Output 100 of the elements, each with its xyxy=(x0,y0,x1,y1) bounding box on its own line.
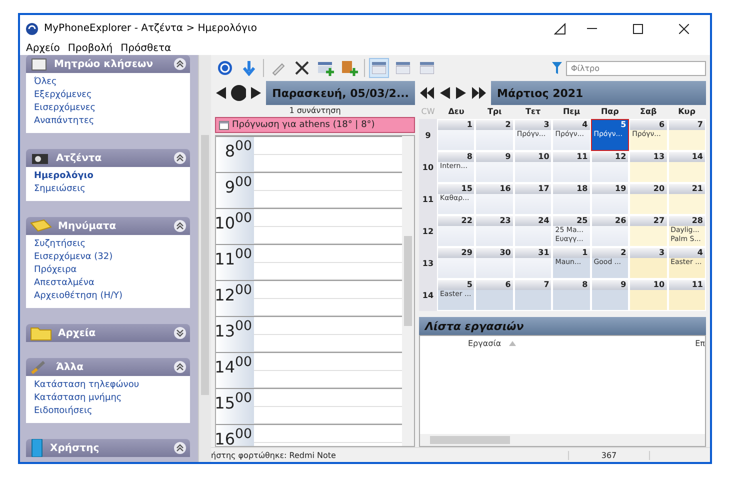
close-icon xyxy=(679,24,689,34)
day-cell[interactable]: 3 xyxy=(629,247,668,279)
day-cell[interactable]: 11 xyxy=(668,279,706,311)
sidebar-link[interactable]: Απεσταλμένα xyxy=(34,277,182,290)
day-cell[interactable]: 9 xyxy=(590,279,630,311)
sidebar-link[interactable]: Ειδοποιήσεις xyxy=(34,405,182,418)
event-title: Πρόγνωση για athens (18° | 8°) xyxy=(232,120,375,130)
day-number: 9 xyxy=(592,280,628,290)
collapse-icon[interactable] xyxy=(174,58,186,70)
weekday-header: Τρι xyxy=(486,106,503,118)
day-cell[interactable]: 17 xyxy=(514,183,552,215)
today-button[interactable] xyxy=(230,85,246,101)
sidebar-link[interactable]: Κατάσταση μνήμης xyxy=(34,392,182,405)
day-cell[interactable]: 8 xyxy=(552,279,591,311)
day-view-button[interactable] xyxy=(369,58,389,78)
day-cell[interactable]: 10 xyxy=(514,151,552,183)
previous-month-button[interactable] xyxy=(439,86,451,100)
previous-day-button[interactable] xyxy=(215,86,227,100)
sync-button[interactable] xyxy=(215,58,235,78)
day-cell[interactable]: 20 xyxy=(629,183,668,215)
triangle-icon xyxy=(554,22,566,34)
weekday-header: Κυρ xyxy=(677,106,696,118)
sidebar-link[interactable]: Όλες xyxy=(34,76,182,89)
hour-label: 8$^{00}$ xyxy=(216,137,254,172)
hour-label: 16$^{00}$ xyxy=(216,425,254,446)
sidebar-link[interactable]: Ημερολόγιο xyxy=(34,170,182,183)
section-title: Μητρώο κλήσεων xyxy=(54,58,154,70)
collapse-icon[interactable] xyxy=(174,220,186,232)
day-cell[interactable]: 12 xyxy=(590,151,630,183)
day-cell[interactable]: 23 xyxy=(475,215,514,247)
day-cell[interactable]: 2 xyxy=(475,119,514,151)
collapse-icon[interactable] xyxy=(174,361,186,373)
sidebar-link[interactable]: Κατάσταση τηλεφώνου xyxy=(34,379,182,392)
day-title: Παρασκευή, 05/03/2... xyxy=(272,86,409,100)
day-cell[interactable]: 9 xyxy=(475,151,514,183)
day-number: 7 xyxy=(668,120,705,130)
hour-label: 9$^{00}$ xyxy=(216,173,254,208)
day-cell[interactable]: 30 xyxy=(475,247,514,279)
section-title: Αρχεία xyxy=(58,328,97,338)
next-year-button[interactable] xyxy=(471,86,487,100)
menu-item[interactable]: Πρόσθετα xyxy=(120,42,172,55)
day-cell[interactable]: 1 xyxy=(437,119,476,151)
day-cell[interactable]: 7 xyxy=(668,119,706,151)
collapse-icon[interactable] xyxy=(174,152,186,164)
expand-icon[interactable] xyxy=(174,327,186,339)
column-header[interactable]: Επ xyxy=(695,338,705,348)
day-cell[interactable]: 14 xyxy=(668,151,706,183)
week-number: 9 xyxy=(419,119,437,151)
day-number: 31 xyxy=(514,248,552,258)
day-number: 9 xyxy=(476,152,513,162)
task-list-title: Λίστα εργασιών xyxy=(425,320,524,332)
sidebar-link[interactable]: Αρχειοθέτηση (Η/Υ) xyxy=(34,290,182,303)
day-cell[interactable]: 16 xyxy=(475,183,514,215)
day-number: 26 xyxy=(592,216,628,226)
day-cell[interactable]: 6 xyxy=(475,279,514,311)
add-item-button[interactable] xyxy=(340,58,360,78)
day-cell[interactable]: 26 xyxy=(590,215,630,247)
sidebar-link[interactable]: Σημειώσεις xyxy=(34,183,182,196)
day-number: 6 xyxy=(476,280,513,290)
day-number: 23 xyxy=(476,216,513,226)
day-cell[interactable]: 7 xyxy=(514,279,552,311)
previous-year-button[interactable] xyxy=(419,86,435,100)
week-number: 14 xyxy=(419,279,437,311)
day-cell[interactable]: 31 xyxy=(514,247,552,279)
day-cell[interactable]: 10 xyxy=(629,279,668,311)
day-cell[interactable]: 29 xyxy=(437,247,476,279)
day-number: 13 xyxy=(630,152,667,162)
day-cell[interactable]: 13 xyxy=(629,151,668,183)
day-cell[interactable]: 22 xyxy=(437,215,476,247)
all-day-event[interactable]: Πρόγνωση για athens (18° | 8°) xyxy=(215,117,415,133)
day-cell[interactable]: 18 xyxy=(552,183,591,215)
collapse-icon[interactable] xyxy=(174,442,186,454)
sidebar-link[interactable]: Εξερχόμενες xyxy=(34,89,182,102)
menu-item[interactable]: Προβολή xyxy=(68,42,113,55)
next-day-button[interactable] xyxy=(250,86,262,100)
day-cell[interactable]: 21 xyxy=(668,183,706,215)
menu-item[interactable]: Αρχείο xyxy=(26,42,60,55)
filter-field[interactable]: Φίλτρο xyxy=(566,60,706,76)
sidebar-link[interactable]: Συζητήσεις xyxy=(34,238,182,251)
day-cell[interactable]: 24 xyxy=(514,215,552,247)
scrollbar[interactable] xyxy=(402,136,414,446)
minimize-icon xyxy=(587,28,597,30)
sidebar-link[interactable]: Πρόχειρα xyxy=(34,264,182,277)
scrollbar[interactable] xyxy=(420,434,705,446)
sidebar-link[interactable]: Αναπάντητες xyxy=(34,115,182,128)
hour-label: 13$^{00}$ xyxy=(216,317,254,352)
day-cell[interactable]: 27 xyxy=(629,215,668,247)
filter-icon[interactable] xyxy=(552,62,562,74)
day-cell[interactable]: 19 xyxy=(590,183,630,215)
sidebar-link[interactable]: Εισερχόμενες xyxy=(34,102,182,115)
section-title: Μηνύματα xyxy=(58,220,118,232)
column-header[interactable]: Εργασία xyxy=(468,338,502,348)
day-cell[interactable]: 11 xyxy=(552,151,591,183)
next-month-button[interactable] xyxy=(455,86,467,100)
sidebar-link[interactable]: Εισερχόμενα (32) xyxy=(34,251,182,264)
day-number: 15 xyxy=(438,184,474,194)
section-title: Ατζέντα xyxy=(56,152,103,164)
day-number: 28 xyxy=(668,216,705,226)
scrollbar[interactable] xyxy=(198,55,211,462)
day-number: 30 xyxy=(476,248,513,258)
